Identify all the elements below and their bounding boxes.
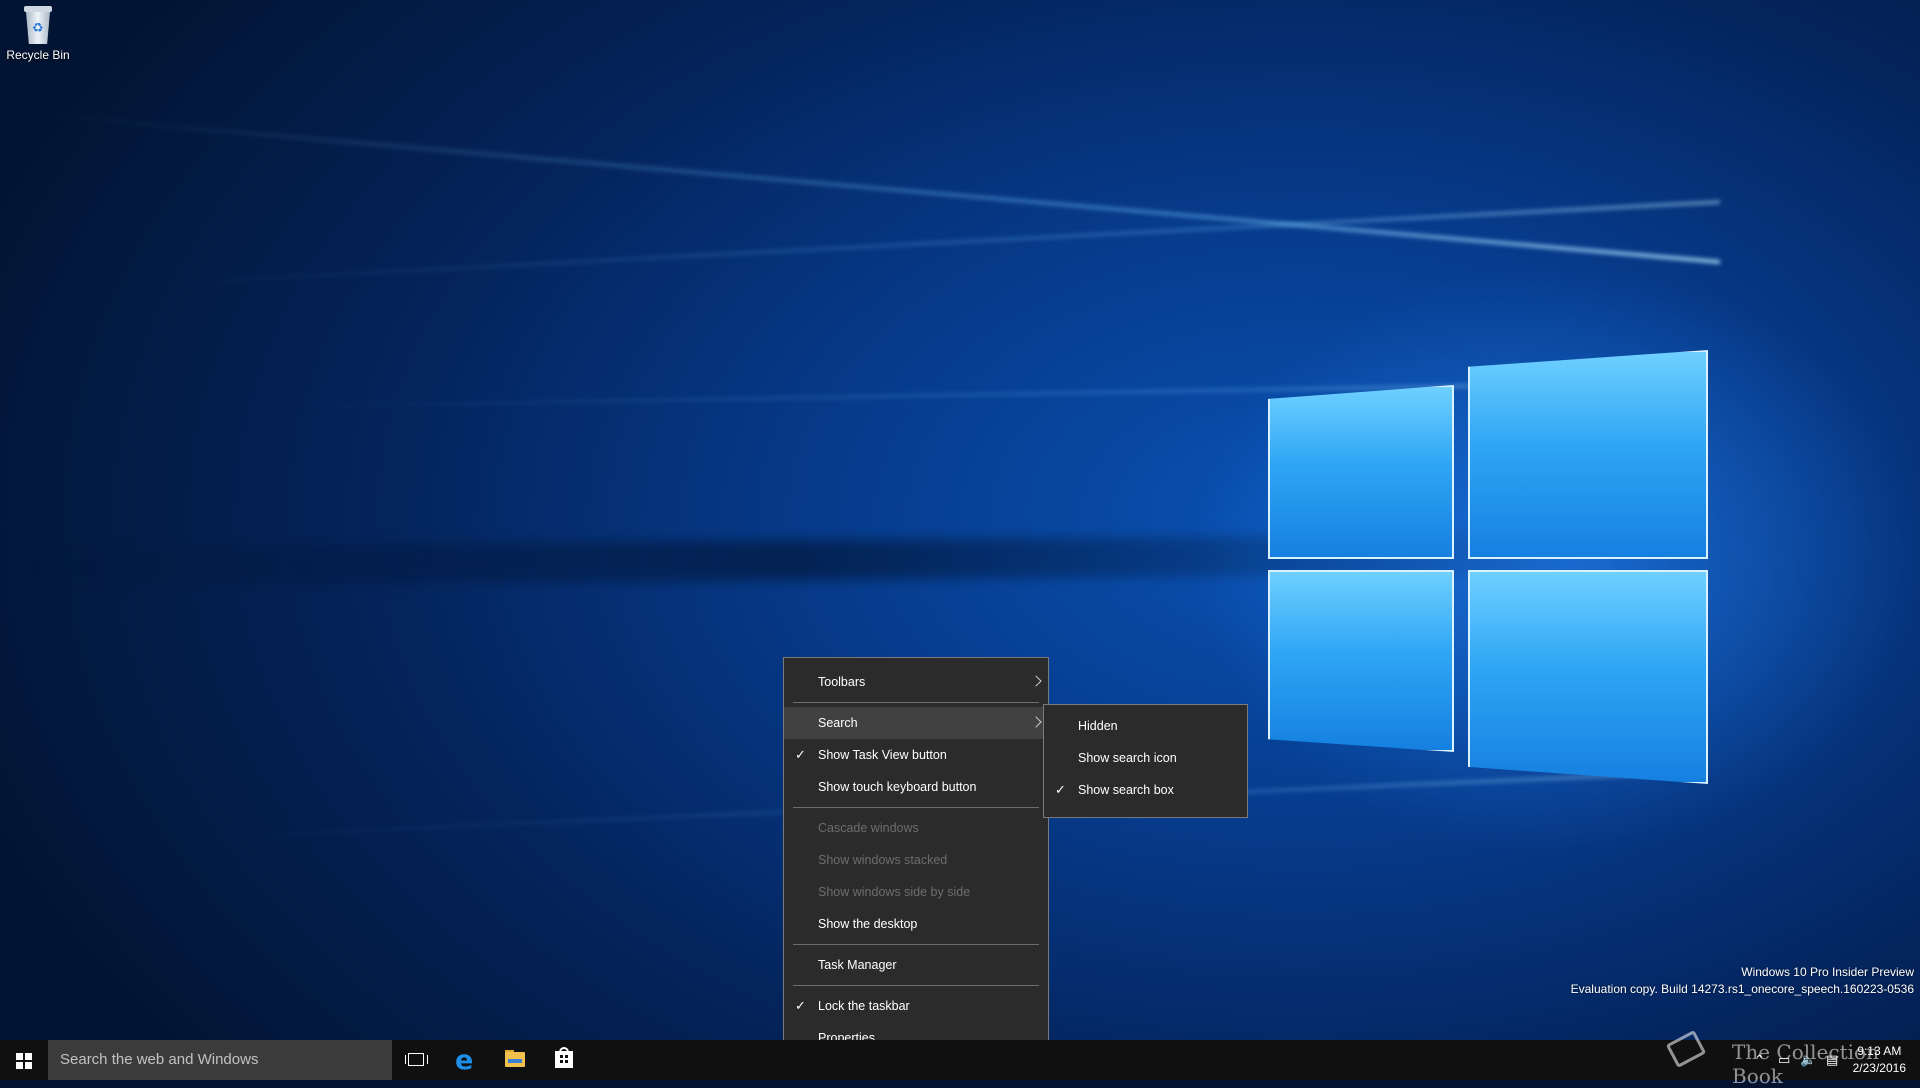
menu-item-label: Search (818, 716, 858, 730)
menu-item-label: Show Task View button (818, 748, 947, 762)
menu-item-label: Show windows stacked (818, 853, 948, 867)
menu-item-label: Show touch keyboard button (818, 780, 977, 794)
windows-logo-pane (1468, 570, 1708, 784)
menu-item-show-windows-side-by-side: Show windows side by side (784, 876, 1048, 908)
windows-logo-pane (1468, 350, 1708, 559)
search-submenu: Hidden Show search icon ✓ Show search bo… (1043, 704, 1248, 818)
taskbar-context-menu: Toolbars Search ✓ Show Task View button … (783, 657, 1049, 1063)
menu-item-show-the-desktop[interactable]: Show the desktop (784, 908, 1048, 940)
edge-icon: e (455, 1045, 474, 1076)
book-icon (1665, 1030, 1707, 1068)
chevron-right-icon (1030, 716, 1042, 728)
submenu-item-show-search-icon[interactable]: Show search icon (1044, 742, 1247, 774)
menu-item-label: Show windows side by side (818, 885, 971, 899)
watermark-edition: Windows 10 Pro Insider Preview (1741, 965, 1914, 979)
windows-logo-pane (1268, 385, 1454, 559)
store-button[interactable] (540, 1040, 588, 1080)
menu-item-label: Hidden (1078, 719, 1118, 733)
windows-logo-pane (1268, 570, 1454, 752)
search-placeholder: Search the web and Windows (60, 1051, 259, 1068)
recycle-bin-icon: ♻ (21, 6, 55, 44)
taskbar-search-box[interactable]: Search the web and Windows (48, 1040, 392, 1080)
logo-text: The Collection Book (1732, 1040, 1879, 1088)
chevron-right-icon (1030, 675, 1042, 687)
menu-item-label: Task Manager (818, 958, 897, 972)
recycle-bin-label: Recycle Bin (6, 48, 70, 62)
menu-item-lock-the-taskbar[interactable]: ✓ Lock the taskbar (784, 990, 1048, 1022)
evaluation-watermark: Windows 10 Pro Insider Preview Evaluatio… (1571, 964, 1914, 998)
edge-button[interactable]: e (443, 1040, 491, 1080)
watermark-build: Evaluation copy. Build 14273.rs1_onecore… (1570, 982, 1914, 996)
menu-separator (793, 807, 1039, 808)
windows-logo-icon (16, 1053, 32, 1069)
menu-separator (793, 702, 1039, 703)
taskbar[interactable]: Search the web and Windows e ⌃ ▭ 🔈 ▤ 9:1… (0, 1040, 1920, 1080)
menu-item-label: Show the desktop (818, 917, 918, 931)
wallpaper-light-beam (46, 113, 1721, 264)
menu-item-label: Lock the taskbar (818, 999, 910, 1013)
site-logo-overlay: The Collection Book (1662, 1030, 1920, 1088)
menu-item-label: Show search box (1078, 783, 1174, 797)
menu-item-search[interactable]: Search (784, 707, 1048, 739)
menu-item-show-task-view-button[interactable]: ✓ Show Task View button (784, 739, 1048, 771)
menu-separator (793, 944, 1039, 945)
task-view-button[interactable] (392, 1040, 440, 1080)
checkmark-icon: ✓ (795, 747, 806, 762)
start-button[interactable] (0, 1040, 48, 1080)
file-explorer-button[interactable] (491, 1040, 539, 1080)
submenu-item-show-search-box[interactable]: ✓ Show search box (1044, 774, 1247, 806)
menu-item-toolbars[interactable]: Toolbars (784, 666, 1048, 698)
checkmark-icon: ✓ (795, 998, 806, 1013)
menu-item-label: Cascade windows (818, 821, 919, 835)
menu-separator (793, 985, 1039, 986)
menu-item-label: Show search icon (1078, 751, 1177, 765)
recycle-bin-shortcut[interactable]: ♻ Recycle Bin (6, 6, 70, 62)
menu-item-show-touch-keyboard-button[interactable]: Show touch keyboard button (784, 771, 1048, 803)
submenu-item-hidden[interactable]: Hidden (1044, 710, 1247, 742)
menu-item-task-manager[interactable]: Task Manager (784, 949, 1048, 981)
checkmark-icon: ✓ (1055, 782, 1066, 797)
menu-item-show-windows-stacked: Show windows stacked (784, 844, 1048, 876)
menu-item-label: Toolbars (818, 675, 866, 689)
menu-item-cascade-windows: Cascade windows (784, 812, 1048, 844)
